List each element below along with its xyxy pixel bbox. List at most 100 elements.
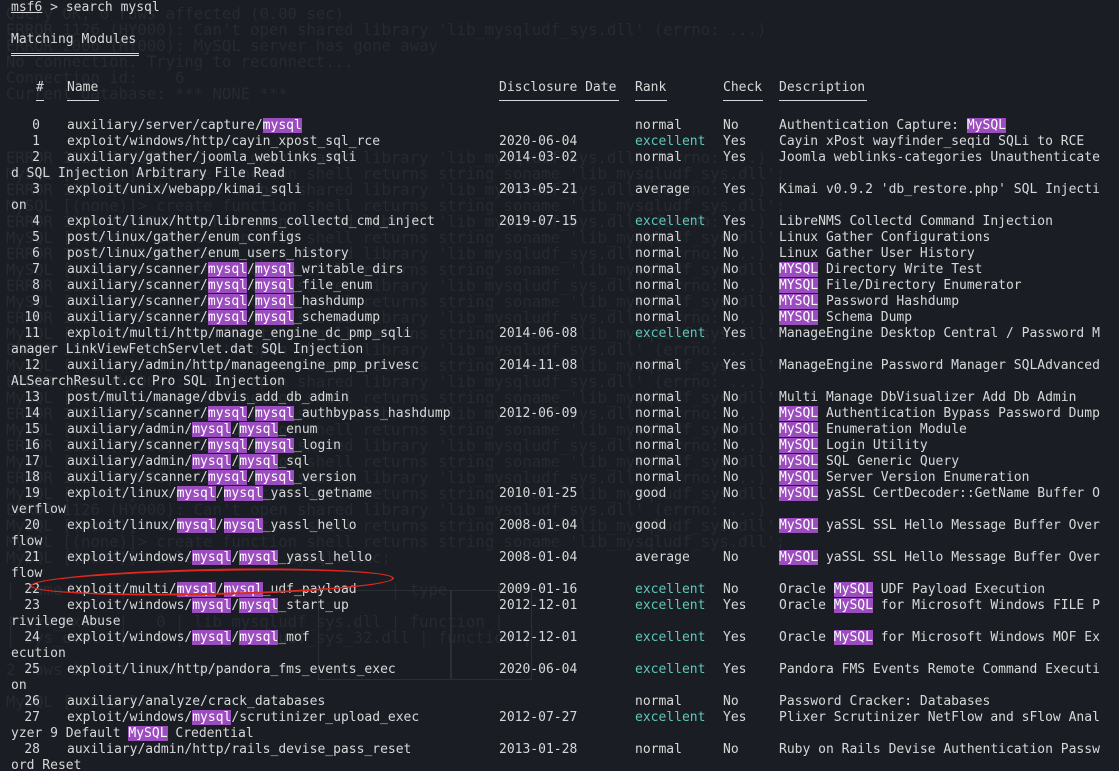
module-number: 1 [32,134,40,149]
table-row: 12 auxiliary/admin/http/manageengine_pmp_… [0,358,1119,374]
disclosure-date: 2008-01-04 [499,518,578,533]
text-segment: auxiliary/admin/ [67,422,193,437]
table-row: 6 post/linux/gather/enum_users_history nor… [0,246,1119,262]
module-rank: normal [635,694,682,709]
module-check: No [723,438,739,453]
table-row: 14 auxiliary/scanner/mysql/mysql_authbypa… [0,406,1119,422]
module-description: Oracle MySQL UDF Payload Execution [779,582,1045,598]
msf-prompt-label: msf6 [11,0,43,15]
text-segment: _yassl_hello [278,550,373,565]
module-name: auxiliary/admin/mysql/mysql_sql [67,454,310,470]
table-row: 24 exploit/windows/mysql/mysql_mof 2012-12… [0,630,1119,646]
search-match-highlight: mysql [176,518,216,533]
text-segment: Linux Gather User History [779,246,975,261]
table-row: 21 exploit/windows/mysql/mysql_yassl_hell… [0,550,1119,566]
module-check: No [723,470,739,485]
text-segment: _yassl_getname [262,486,373,501]
disclosure-date: 2019-07-15 [499,214,578,229]
table-row: 1 exploit/windows/http/cayin_xpost_sql_rc… [0,134,1119,150]
search-match-highlight: mysql [254,406,294,421]
search-match-highlight: mysql [223,486,263,501]
module-rank: excellent [635,662,706,677]
module-rank: normal [635,470,682,485]
table-row: 27 exploit/windows/mysql/scrutinizer_uplo… [0,710,1119,726]
search-match-highlight: mysql [254,470,294,485]
module-name: exploit/unix/webapp/kimai_sqli [67,182,302,198]
module-check: No [723,294,739,309]
module-number: 5 [32,230,40,245]
ghost-line: | sys_exec | 0 | lib_mysqludf_sys.dll | … [6,613,504,631]
table-row: 11 exploit/multi/http/manage_engine_dc_pm… [0,326,1119,342]
text-segment: auxiliary/scanner/ [67,438,208,453]
disclosure-date: 2020-06-04 [499,662,578,677]
search-match-highlight: MySQL [779,454,819,469]
table-row: 17 auxiliary/admin/mysql/mysql_sql normal N… [0,454,1119,470]
header-name: Name [67,80,99,95]
module-number: 21 [24,550,40,565]
text-segment: auxiliary/scanner/ [67,406,208,421]
table-row: 23 exploit/windows/mysql/mysql_start_up 20… [0,598,1119,614]
module-description: ManageEngine Password Manager SQLAdvance… [779,358,1100,374]
text-segment: _sql [278,454,310,469]
text-segment: post/linux/gather/enum_users_history [67,246,349,261]
disclosure-date: 2012-12-01 [499,598,578,613]
module-check: Yes [723,662,747,677]
text-segment: Directory Write Test [818,262,983,277]
table-row: 16 auxiliary/scanner/mysql/mysql_login nor… [0,438,1119,454]
search-match-highlight: mysql [254,310,294,325]
text-segment: exploit/windows/ [67,630,193,645]
search-match-highlight: MySQL [833,630,873,645]
text-segment: yaSSL SSL Hello Message Buffer Over [818,550,1100,565]
search-match-highlight: mysql [192,422,232,437]
module-description: Joomla weblinks-categories Unauthenticat… [779,150,1100,166]
module-description: MySQL yaSSL CertDecoder::GetName Buffer … [779,486,1100,502]
module-description: MYSQL Directory Write Test [779,262,983,278]
module-name: exploit/linux/http/librenms_collectd_cmd… [67,214,435,230]
text-segment: for Microsoft Windows MOF Ex [872,630,1100,645]
text-segment: exploit/windows/ [67,710,193,725]
text-segment: _enum [278,422,318,437]
module-name: auxiliary/scanner/mysql/mysql_writable_d… [67,262,404,278]
module-name: exploit/linux/mysql/mysql_yassl_hello [67,518,357,534]
module-check: No [723,550,739,565]
search-match-highlight: mysql [239,454,279,469]
module-description: MySQL SQL Generic Query [779,454,959,470]
table-row: 22 exploit/multi/mysql/mysql_udf_payload 2… [0,582,1119,598]
text-segment: Plixer Scrutinizer NetFlow and sFlow Ana… [779,710,1100,725]
search-match-highlight: mysql [254,438,294,453]
text-segment: Schema Dump [818,310,913,325]
module-rank: normal [635,422,682,437]
text-segment: _start_up [278,598,349,613]
search-match-highlight: MYSQL [779,294,819,309]
search-match-highlight: mysql [239,422,279,437]
description-wrap-line: on [11,678,27,693]
terminal-window[interactable]: Query OK, 0 rows affected (0.00 sec) ERRO… [0,0,1119,771]
text-segment: auxiliary/gather/joomla_weblinks_sqli [67,150,357,165]
module-name: post/multi/manage/dbvis_add_db_admin [67,390,349,406]
module-number: 26 [24,694,40,709]
table-row: 20 exploit/linux/mysql/mysql_yassl_hello 2… [0,518,1119,534]
text-segment: ManageEngine Desktop Central / Password … [779,326,1100,341]
module-description: MySQL Login Utility [779,438,928,454]
search-match-highlight: MySQL [779,406,819,421]
text-segment: Joomla weblinks-categories Unauthenticat… [779,150,1100,165]
module-description: Oracle MySQL for Microsoft Windows FILE … [779,598,1100,614]
text-segment: exploit/windows/ [67,598,193,613]
module-description: Password Cracker: Databases [779,694,990,710]
module-number: 15 [24,422,40,437]
ghost-line: Current database: *** NONE *** [6,85,288,103]
header-check: Check [723,80,763,95]
text-segment: / [247,406,255,421]
text-segment: SQL Generic Query [818,454,960,469]
search-match-highlight: mysql [192,454,232,469]
text-segment: auxiliary/scanner/ [67,470,208,485]
module-name: auxiliary/scanner/mysql/mysql_schemadump [67,310,380,326]
module-check: Yes [723,630,747,645]
module-check: Yes [723,710,747,725]
disclosure-date: 2012-06-09 [499,406,578,421]
module-name: post/linux/gather/enum_configs [67,230,302,246]
search-match-highlight: mysql [207,262,248,277]
module-description: MYSQL Password Hashdump [779,294,959,310]
text-segment: File/Directory Enumerator [818,278,1022,293]
text-segment: yaSSL CertDecoder::GetName Buffer O [818,486,1100,501]
